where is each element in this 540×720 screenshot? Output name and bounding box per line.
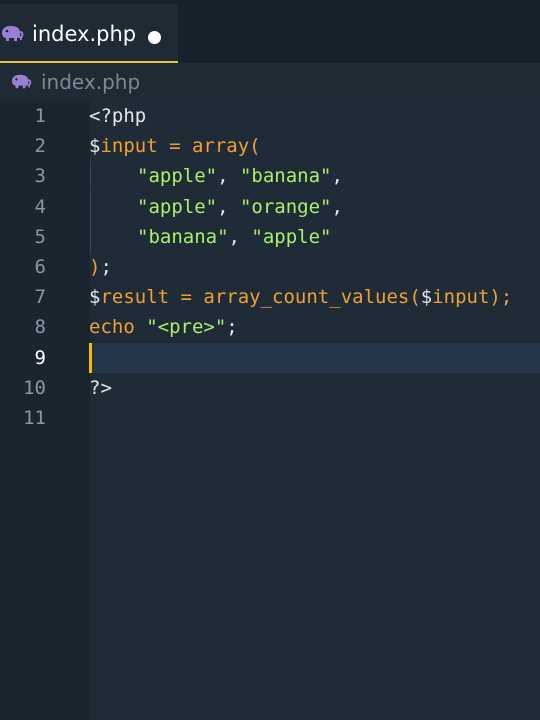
- code-token: ?>: [89, 376, 112, 399]
- code-token: <?php: [89, 105, 147, 127]
- line-number: 6: [34, 256, 46, 278]
- code-text: ?>: [89, 373, 112, 403]
- code-editor: index.php index.php 1 <?php 2 $input = arra…: [0, 0, 540, 720]
- code-token: array_count_values(: [203, 286, 421, 309]
- code-line[interactable]: 11: [0, 403, 540, 433]
- code-token: );: [489, 286, 513, 309]
- code-line[interactable]: 4 "apple", "orange",: [0, 191, 540, 222]
- line-number: 10: [23, 376, 46, 399]
- code-token: $: [420, 286, 433, 309]
- code-text: );: [89, 252, 112, 282]
- line-number: 8: [34, 316, 46, 339]
- code-token: ,: [217, 165, 240, 188]
- code-token: "apple": [251, 225, 332, 248]
- code-text: $result = array_count_values($input);: [89, 282, 512, 312]
- code-token: "banana": [239, 165, 332, 188]
- elephant-icon: [2, 26, 24, 41]
- code-token: "apple": [137, 165, 218, 188]
- line-number: 1: [34, 105, 46, 127]
- tab-bar: index.php: [0, 0, 540, 63]
- tab-label: index.php: [32, 22, 137, 46]
- line-number: 5: [34, 225, 46, 248]
- code-text: <?php: [89, 101, 146, 131]
- code-token: ;: [100, 256, 112, 278]
- code-token: =: [157, 135, 192, 158]
- code-token: $: [89, 286, 101, 309]
- code-text: "banana", "apple": [137, 222, 331, 252]
- code-token: ): [89, 256, 101, 278]
- code-token: ;: [226, 316, 238, 339]
- code-line[interactable]: 10 ?>: [0, 373, 540, 403]
- indent-guide: [90, 191, 91, 222]
- code-line[interactable]: 1 <?php: [0, 101, 540, 131]
- code-token: $: [89, 135, 101, 158]
- code-token: result: [100, 286, 170, 309]
- breadcrumb: index.php: [0, 63, 540, 101]
- code-line[interactable]: 7 $result = array_count_values($input);: [0, 282, 540, 312]
- code-text: "apple", "banana",: [137, 161, 343, 191]
- tab-index-php[interactable]: index.php: [0, 4, 178, 63]
- line-number: 3: [34, 165, 46, 188]
- line-number: 9: [34, 346, 46, 369]
- line-number: 7: [34, 286, 46, 309]
- line-number: 4: [34, 195, 46, 218]
- code-text: echo "<pre>";: [89, 312, 238, 342]
- indent-guide: [90, 221, 91, 252]
- code-text: "apple", "orange",: [137, 192, 343, 222]
- code-token: =: [169, 286, 204, 309]
- code-token: ,: [331, 195, 343, 218]
- code-token: "orange": [239, 195, 332, 218]
- code-token: ,: [217, 195, 240, 218]
- code-line[interactable]: 8 echo "<pre>";: [0, 312, 540, 342]
- elephant-icon: [12, 74, 32, 89]
- code-text: $input = array(: [89, 131, 261, 161]
- line-number: 2: [34, 135, 46, 158]
- code-token: echo: [89, 316, 135, 339]
- code-token: input: [100, 135, 158, 158]
- code-line[interactable]: 5 "banana", "apple": [0, 221, 540, 252]
- line-number: 11: [23, 407, 46, 429]
- code-token: ,: [331, 165, 343, 188]
- code-line[interactable]: 2 $input = array(: [0, 131, 540, 161]
- code-line[interactable]: 9: [0, 342, 540, 373]
- text-cursor: [89, 342, 92, 373]
- code-token: "apple": [137, 195, 218, 218]
- code-line[interactable]: 6);: [0, 252, 540, 282]
- breadcrumb-file-label[interactable]: index.php: [41, 70, 140, 94]
- unsaved-dot-icon[interactable]: [148, 31, 161, 44]
- code-token: input: [432, 286, 490, 309]
- indent-guide: [90, 161, 91, 192]
- code-line[interactable]: 3 "apple", "banana",: [0, 161, 540, 192]
- code-token: ,: [228, 225, 252, 248]
- code-token: "<pre>": [146, 316, 227, 339]
- code-token: "banana": [137, 225, 229, 248]
- code-token: array(: [191, 135, 261, 158]
